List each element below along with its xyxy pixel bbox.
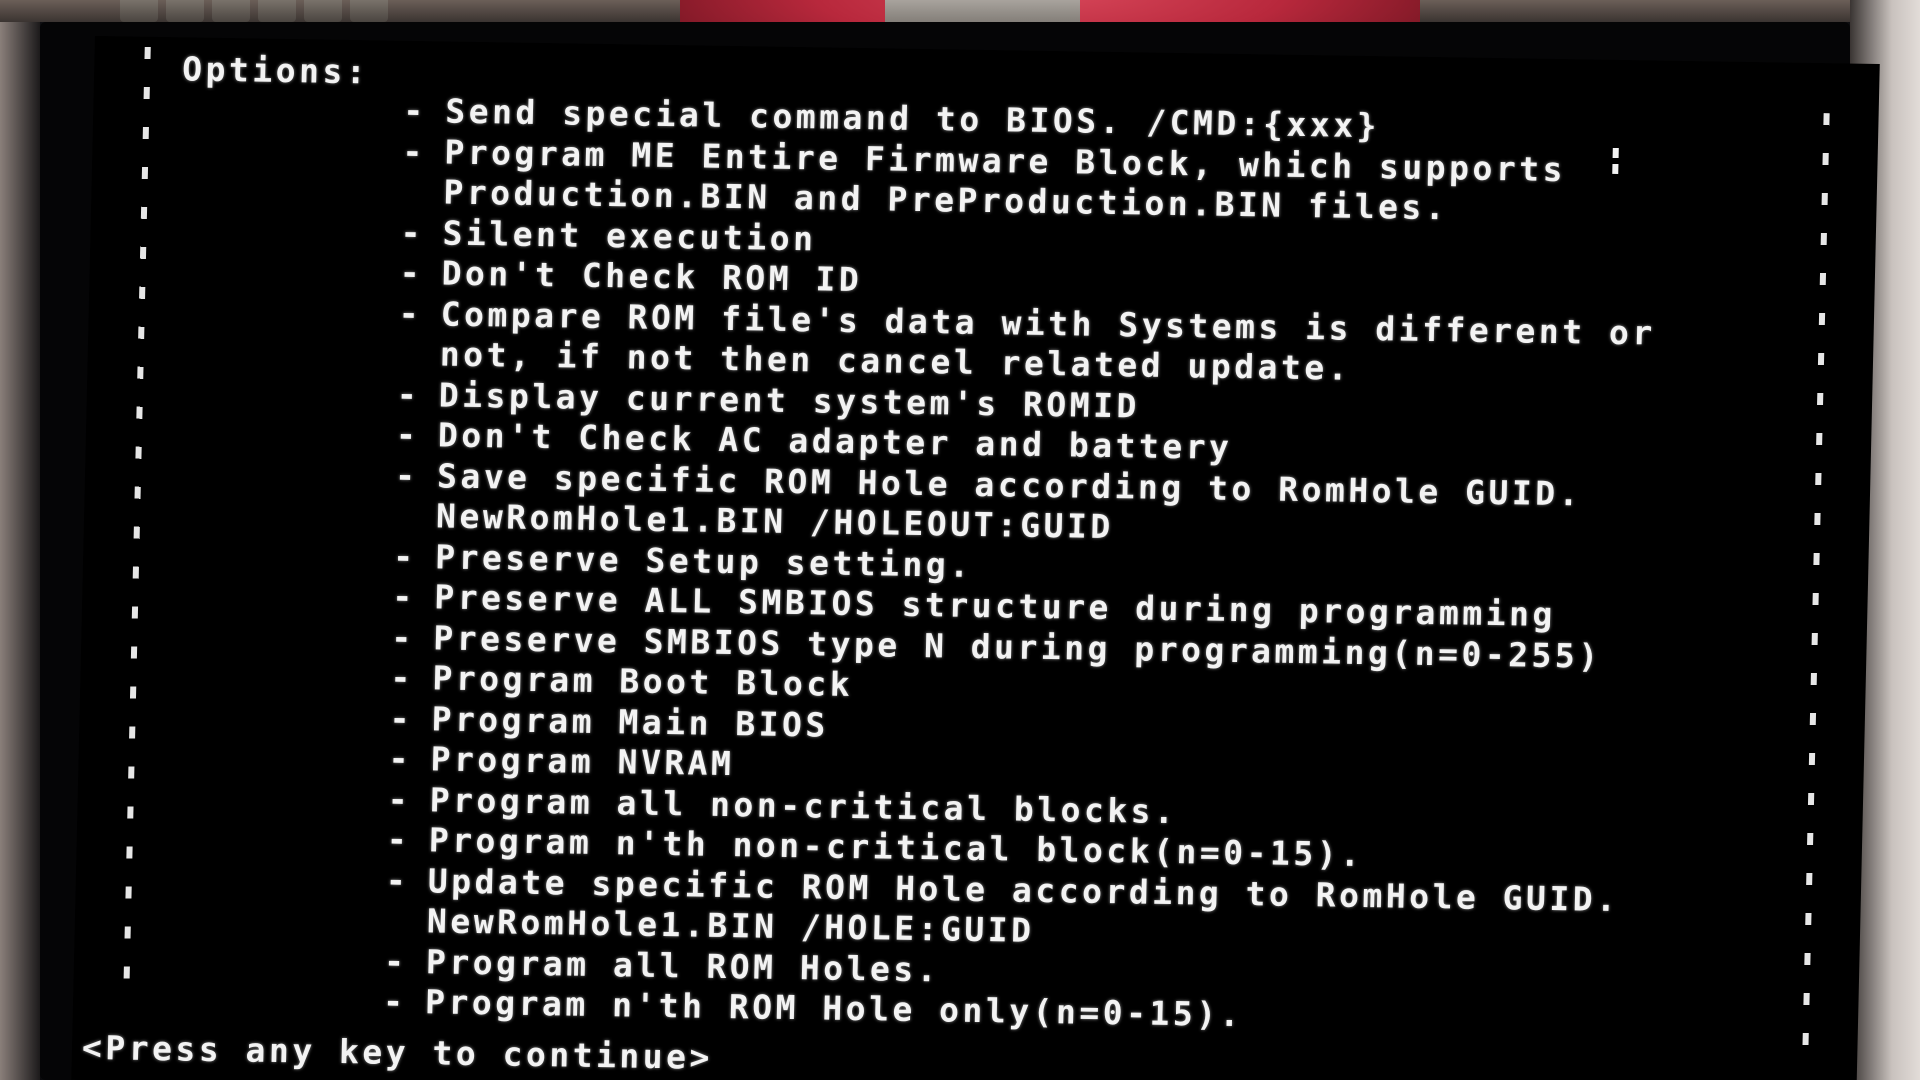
option-description: Program n'th ROM Hole only(n=0-15). bbox=[424, 982, 1244, 1035]
background-surface bbox=[0, 0, 40, 1080]
option-separator: - bbox=[385, 860, 410, 900]
option-separator: - bbox=[399, 252, 424, 293]
background-icon bbox=[120, 0, 158, 22]
option-separator: - bbox=[402, 90, 428, 131]
option-separator: - bbox=[392, 536, 418, 576]
option-separator: - bbox=[402, 131, 427, 171]
options-heading: Options: bbox=[181, 49, 370, 92]
option-separator: - bbox=[400, 212, 425, 252]
option-row: /S-Display current system's ROMID bbox=[87, 369, 1141, 425]
option-separator: - bbox=[388, 738, 413, 779]
background-icon bbox=[304, 0, 342, 22]
option-separator: - bbox=[395, 414, 420, 455]
option-description: Silent execution bbox=[442, 212, 817, 258]
option-description: Preserve Setup setting. bbox=[434, 536, 974, 585]
option-separator: - bbox=[394, 455, 419, 495]
option-separator: - bbox=[389, 698, 414, 738]
option-description: Program Boot Block bbox=[432, 658, 854, 704]
option-row: /L-Program all ROM Holes. bbox=[74, 936, 941, 989]
option-row: NewRomHole1.BIN /HOLE:GUID bbox=[75, 896, 1035, 950]
option-row: /P-Program Main BIOS bbox=[79, 693, 829, 744]
option-row: /HOLE:-Update specific ROM Hole accordin… bbox=[75, 855, 1619, 918]
option-row: /HOLEOUT:-Save specific ROM Hole accordi… bbox=[85, 450, 1583, 513]
option-separator: - bbox=[390, 617, 416, 657]
option-separator: - bbox=[398, 293, 423, 333]
option-row: /MEUL:-Program ME Entire Firmware Block,… bbox=[92, 126, 1566, 188]
option-description: Program NVRAM bbox=[430, 739, 735, 784]
option-row: /JBC-Don't Check AC adapter and battery bbox=[86, 410, 1233, 467]
background-icon bbox=[258, 0, 296, 22]
option-row: NewRomHole1.BIN /HOLEOUT:GUID bbox=[84, 491, 1114, 546]
bios-console-screen[interactable]: Options: /CMD:-Send special command to B… bbox=[71, 36, 1880, 1080]
option-separator: - bbox=[391, 576, 417, 617]
option-row: /CMD:-Send special command to BIOS. /CMD… bbox=[93, 86, 1380, 145]
option-row: /Kn-Program n'th non-critical block(n=0-… bbox=[76, 815, 1363, 874]
background-icon bbox=[166, 0, 204, 22]
background-icon bbox=[212, 0, 250, 22]
dashed-border-right bbox=[1802, 113, 1830, 1054]
option-description: Program Main BIOS bbox=[431, 698, 830, 745]
option-separator: - bbox=[390, 657, 415, 698]
dashed-border-mark bbox=[1612, 147, 1619, 174]
photo-scene: Options: /CMD:-Send special command to B… bbox=[0, 0, 1920, 1080]
option-row: /Ln-Program n'th ROM Hole only(n=0-15). bbox=[73, 977, 1244, 1034]
option-separator: - bbox=[382, 981, 407, 1022]
option-separator: - bbox=[386, 819, 411, 860]
option-row: /N-Program NVRAM bbox=[78, 734, 735, 783]
option-separator: - bbox=[396, 374, 421, 414]
option-row: /R-Preserve ALL SMBIOS structure during … bbox=[82, 572, 1556, 634]
option-row: /CAF-Compare ROM file's data with System… bbox=[88, 288, 1656, 352]
option-separator: - bbox=[387, 779, 412, 819]
option-description: Program all ROM Holes. bbox=[425, 941, 941, 989]
option-separator: - bbox=[383, 941, 408, 981]
option-description: Don't Check ROM ID bbox=[441, 253, 863, 300]
option-row: /X-Don't Check ROM ID bbox=[89, 248, 862, 299]
background-icon bbox=[350, 0, 388, 22]
dashed-border-left bbox=[123, 46, 151, 997]
option-row: /K-Program all non-critical blocks. bbox=[77, 774, 1178, 830]
option-row: /SP-Preserve Setup setting. bbox=[83, 531, 973, 584]
continue-prompt[interactable]: <Press any key to continue> bbox=[82, 1028, 714, 1077]
option-row: /Rn-Preserve SMBIOS type N during progra… bbox=[81, 612, 1602, 675]
option-row: /B-Program Boot Block bbox=[80, 653, 853, 704]
option-row: Production.BIN and PreProduction.BIN fil… bbox=[91, 167, 1449, 227]
option-row: /Q-Silent execution bbox=[90, 207, 817, 258]
option-row: not, if not then cancel related update. bbox=[87, 329, 1351, 387]
